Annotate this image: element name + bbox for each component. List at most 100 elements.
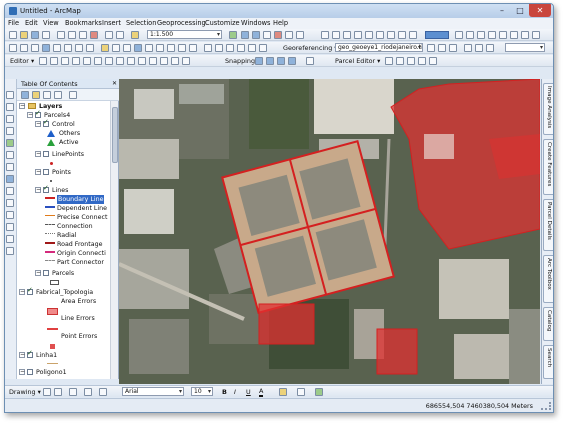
- georeferencing-menu[interactable]: Georeferencing ▾: [283, 44, 338, 52]
- rotate-icon[interactable]: [427, 44, 435, 52]
- trace-icon[interactable]: [83, 57, 91, 65]
- tab-parcel-details[interactable]: Parcel Details: [543, 199, 553, 251]
- tab-create-features[interactable]: Create Features: [543, 139, 553, 195]
- fill-color-icon[interactable]: [279, 388, 287, 396]
- resize-grip-icon[interactable]: [541, 402, 551, 410]
- checkbox-fabrical-topologia[interactable]: [27, 286, 33, 295]
- checkbox-parcels4[interactable]: [35, 109, 41, 118]
- menu-windows[interactable]: Windows: [241, 19, 270, 27]
- undo-icon[interactable]: [105, 31, 113, 39]
- parcel-editor-menu[interactable]: Parcel Editor ▾: [335, 57, 380, 65]
- strip-tool-icon-4[interactable]: [6, 127, 14, 135]
- image-tool-icon-8[interactable]: [398, 31, 406, 39]
- create-features-icon[interactable]: [182, 57, 190, 65]
- checkbox-poligono1[interactable]: [27, 369, 33, 375]
- select-features-icon[interactable]: [101, 44, 109, 52]
- edit-vertices-icon[interactable]: [105, 57, 113, 65]
- image-tool-icon-11[interactable]: [466, 31, 474, 39]
- strip-tool-icon-8[interactable]: [6, 175, 14, 183]
- georeferencing-layer-select[interactable]: geo_geoeye1_riodejaneiro.tif: [335, 43, 423, 52]
- rotate-edit-icon[interactable]: [149, 57, 157, 65]
- image-tool-icon-7[interactable]: [387, 31, 395, 39]
- image-tool-icon-2[interactable]: [332, 31, 340, 39]
- redo-icon[interactable]: [116, 31, 124, 39]
- split-icon[interactable]: [138, 57, 146, 65]
- link-table-icon[interactable]: [475, 44, 483, 52]
- italic-button[interactable]: I: [234, 388, 236, 396]
- checkbox-points[interactable]: [43, 169, 49, 175]
- bold-button[interactable]: B: [222, 388, 227, 396]
- strip-tool-icon-14[interactable]: [6, 247, 14, 255]
- checkbox-linepoints[interactable]: [43, 151, 49, 157]
- strip-tool-icon-12[interactable]: [6, 223, 14, 231]
- print-icon[interactable]: [42, 31, 50, 39]
- edge-snap-icon[interactable]: [288, 57, 296, 65]
- arctoolbox-icon[interactable]: [274, 31, 282, 39]
- select-elements-arrow-icon[interactable]: [43, 388, 51, 396]
- image-tool-icon-10[interactable]: [455, 31, 463, 39]
- view-link-table-icon[interactable]: [486, 44, 494, 52]
- tab-arc-toolbox[interactable]: Arc Toolbox: [543, 255, 553, 303]
- text-icon[interactable]: [84, 388, 92, 396]
- fixed-zoom-in-icon[interactable]: [53, 44, 61, 52]
- search-window-icon[interactable]: [263, 31, 271, 39]
- image-tool-icon-4[interactable]: [354, 31, 362, 39]
- go-to-xy-icon[interactable]: [156, 44, 164, 52]
- create-viewer-icon[interactable]: [215, 44, 223, 52]
- checkbox-lines[interactable]: [43, 184, 49, 193]
- map-view[interactable]: [119, 79, 540, 384]
- hyperlink-icon[interactable]: [178, 44, 186, 52]
- checkbox-parcels[interactable]: [43, 270, 49, 276]
- editor-toolbar-icon[interactable]: [229, 31, 237, 39]
- next-extent-icon[interactable]: [86, 44, 94, 52]
- strip-tool-icon-11[interactable]: [6, 211, 14, 219]
- new-icon[interactable]: [9, 31, 17, 39]
- end-snap-icon[interactable]: [266, 57, 274, 65]
- list-by-selection-icon[interactable]: [54, 91, 62, 99]
- sketch-properties-icon[interactable]: [171, 57, 179, 65]
- scale-icon[interactable]: [449, 44, 457, 52]
- toc-close-icon[interactable]: ✕: [112, 80, 117, 87]
- image-tool-icon-16[interactable]: [521, 31, 529, 39]
- measure-icon[interactable]: [167, 44, 175, 52]
- toc-options-icon[interactable]: [69, 91, 77, 99]
- parcel-tool-icon-4[interactable]: [418, 57, 426, 65]
- shift-icon[interactable]: [438, 44, 446, 52]
- add-data-icon[interactable]: [131, 31, 139, 39]
- strip-tool-icon-1[interactable]: [6, 91, 14, 99]
- toc-scrollbar[interactable]: [110, 101, 118, 379]
- zoom-in-icon[interactable]: [9, 44, 17, 52]
- edit-vertices-draw-icon[interactable]: [99, 388, 107, 396]
- attributes-icon[interactable]: [160, 57, 168, 65]
- image-tool-icon-14[interactable]: [499, 31, 507, 39]
- strip-tool-icon-10[interactable]: [6, 199, 14, 207]
- maximize-button[interactable]: □: [511, 4, 529, 17]
- font-size-select[interactable]: 10: [191, 387, 213, 396]
- image-tool-icon-6[interactable]: [376, 31, 384, 39]
- image-tool-icon-9[interactable]: [409, 31, 417, 39]
- menu-file[interactable]: File: [8, 19, 19, 27]
- copy-icon[interactable]: [68, 31, 76, 39]
- marker-color-icon[interactable]: [315, 388, 323, 396]
- map-scale-select[interactable]: 1:1.500: [147, 30, 222, 39]
- menu-edit[interactable]: Edit: [25, 19, 38, 27]
- parcel-tool-icon-2[interactable]: [396, 57, 404, 65]
- select-elements-icon[interactable]: [123, 44, 131, 52]
- georef-option-select[interactable]: [505, 43, 545, 52]
- color-swatch[interactable]: [425, 31, 449, 39]
- minimize-button[interactable]: –: [493, 4, 511, 17]
- full-extent-icon[interactable]: [42, 44, 50, 52]
- image-tool-icon-15[interactable]: [510, 31, 518, 39]
- html-popup-icon[interactable]: [189, 44, 197, 52]
- layer-tool-icon-2[interactable]: [259, 44, 267, 52]
- open-icon[interactable]: [20, 31, 28, 39]
- line-color-icon[interactable]: [297, 388, 305, 396]
- delete-icon[interactable]: [90, 31, 98, 39]
- table-of-contents-icon[interactable]: [241, 31, 249, 39]
- save-icon[interactable]: [31, 31, 39, 39]
- edit-tool-icon[interactable]: [39, 57, 47, 65]
- point-snap-icon[interactable]: [255, 57, 263, 65]
- straight-segment-icon[interactable]: [61, 57, 69, 65]
- menu-view[interactable]: View: [43, 19, 59, 27]
- vertex-snap-icon[interactable]: [277, 57, 285, 65]
